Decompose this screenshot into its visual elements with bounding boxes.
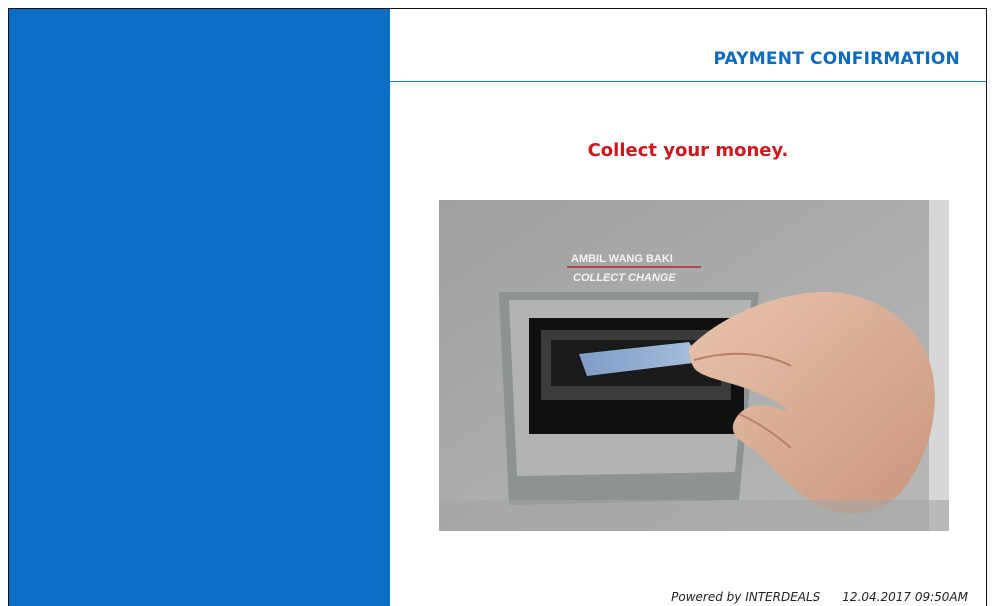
slot-label-malay: AMBIL WANG BAKI <box>571 253 673 265</box>
footer-date: 12.04.2017 <box>842 590 912 604</box>
kiosk-screen: PAYMENT CONFIRMATION Collect your money. <box>8 8 987 606</box>
page-title: PAYMENT CONFIRMATION <box>713 49 960 69</box>
left-blue-panel <box>9 9 390 606</box>
instruction-message: Collect your money. <box>587 140 789 161</box>
powered-by-text: Powered by INTERDEALS <box>671 590 821 604</box>
header-bar: PAYMENT CONFIRMATION <box>390 9 986 82</box>
content-panel: PAYMENT CONFIRMATION Collect your money. <box>390 9 986 606</box>
collect-change-illustration: AMBIL WANG BAKI COLLECT CHANGE <box>439 200 949 531</box>
slot-label-english: COLLECT CHANGE <box>573 272 676 284</box>
footer-time: 09:50AM <box>914 590 968 604</box>
collect-change-photo: AMBIL WANG BAKI COLLECT CHANGE <box>439 200 949 531</box>
footer: Powered by INTERDEALS 12.04.2017 09:50AM <box>671 590 968 604</box>
